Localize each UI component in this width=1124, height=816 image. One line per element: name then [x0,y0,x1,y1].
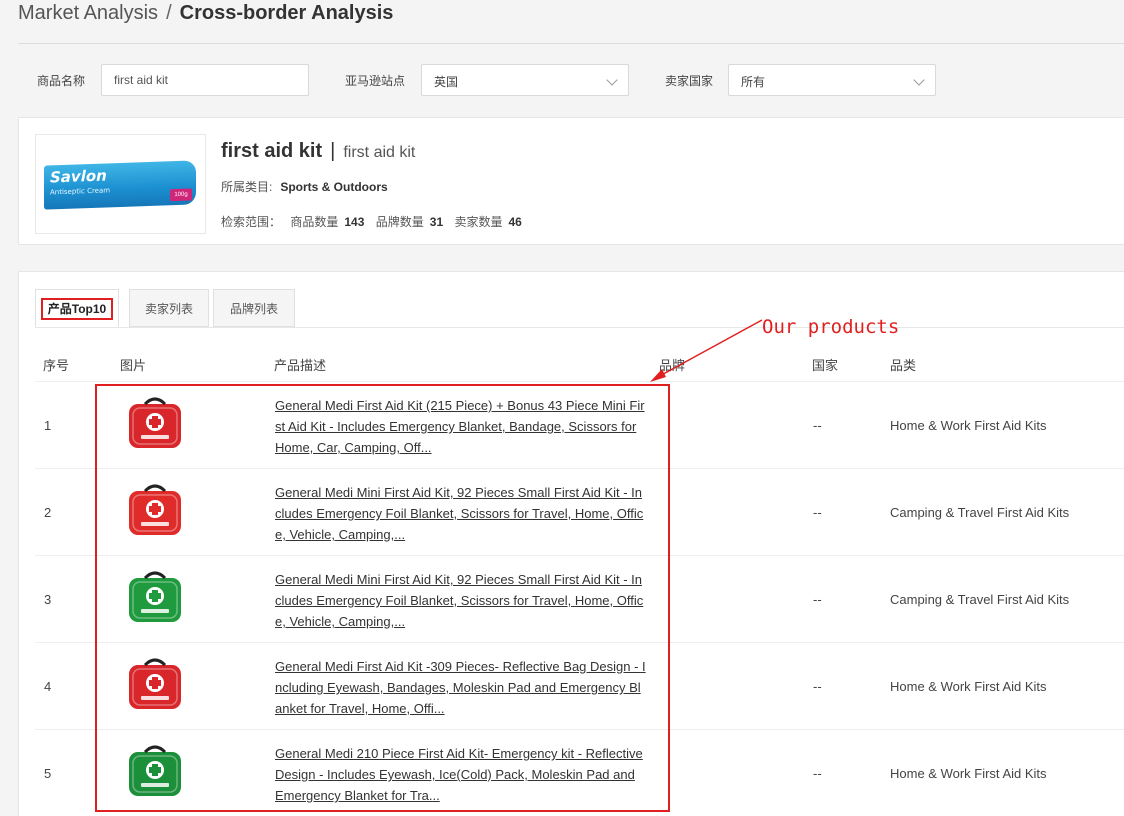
col-description: 产品描述 [274,358,327,373]
tab-product-top10[interactable]: 产品Top10 [35,289,119,327]
filter-bar: 商品名称 first aid kit 亚马逊站点 英国 卖家国家 所有 [0,64,1124,96]
scope-label: 检索范围： [221,215,282,229]
product-description-link[interactable]: General Medi Mini First Aid Kit, 92 Piec… [275,569,647,632]
breadcrumb-parent[interactable]: Market Analysis [18,2,158,24]
product-title-main: first aid kit [221,140,323,162]
product-description-link[interactable]: General Medi First Aid Kit -309 Pieces- … [275,656,647,719]
row-country: -- [813,766,822,781]
product-name-label: 商品名称 [37,74,86,88]
table-row: 2 General Medi Mini First Aid Kit, 92 Pie… [35,469,1124,556]
row-category: Camping & Travel First Aid Kits [890,592,1070,607]
brand-count: 31 [429,215,444,229]
breadcrumb: Market Analysis / Cross-border Analysis [18,2,393,25]
col-category: 品类 [890,358,917,373]
row-country: -- [813,592,822,607]
first-aid-kit-image[interactable] [119,566,191,634]
row-category: Home & Work First Aid Kits [890,679,1047,694]
product-title: first aid kit | first aid kit [221,140,415,163]
product-count-label: 商品数量 [290,215,339,229]
scope-line: 检索范围： 商品数量 143 品牌数量 31 卖家数量 46 [221,213,530,230]
results-card: 产品Top10 卖家列表 品牌列表 序号 图片 产品描述 品牌 国家 品类 1 G… [18,271,1124,816]
table-row: 4 General Medi First Aid Kit -309 Pieces-… [35,643,1124,730]
breadcrumb-current: Cross-border Analysis [179,2,394,24]
thumb-brand: Savlon [50,166,107,187]
row-index: 5 [44,766,52,781]
category-line: 所属类目: Sports & Outdoors [221,178,388,195]
row-category: Home & Work First Aid Kits [890,766,1047,781]
tab-product-top10-label: 产品Top10 [40,298,114,320]
tab-brand-list[interactable]: 品牌列表 [213,289,295,327]
row-category: Camping & Travel First Aid Kits [890,505,1070,520]
brand-count-label: 品牌数量 [375,215,424,229]
seller-country-select-value: 所有 [741,75,766,89]
site-select[interactable]: 英国 [421,64,629,96]
annotation-text: Our products [762,316,900,338]
product-thumbnail: Savlon Antiseptic Cream 100g [35,134,206,234]
row-index: 3 [44,592,52,607]
product-count: 143 [344,215,365,229]
seller-country-label: 卖家国家 [665,74,714,88]
first-aid-kit-image[interactable] [119,479,191,547]
first-aid-kit-image[interactable] [119,653,191,721]
chevron-down-icon [606,74,618,86]
thumb-size: 100g [170,188,192,202]
row-index: 1 [44,418,52,433]
tab-seller-list[interactable]: 卖家列表 [129,289,209,327]
category-value: Sports & Outdoors [280,180,388,194]
table-row: 3 General Medi Mini First Aid Kit, 92 Pie… [35,556,1124,643]
col-country: 国家 [812,358,839,373]
site-label: 亚马逊站点 [345,74,406,88]
product-summary-card: Savlon Antiseptic Cream 100g first aid k… [18,117,1124,245]
first-aid-kit-image[interactable] [119,740,191,808]
thumb-sub: Antiseptic Cream [50,186,111,197]
product-description-link[interactable]: General Medi 210 Piece First Aid Kit- Em… [275,743,647,806]
tabs-underline [35,327,1124,328]
seller-count-label: 卖家数量 [454,215,503,229]
header-divider [18,43,1124,44]
col-index: 序号 [43,358,70,373]
breadcrumb-separator: / [166,2,172,24]
product-title-alt: first aid kit [343,144,416,161]
seller-count: 46 [508,215,522,229]
row-index: 2 [44,505,52,520]
chevron-down-icon [913,74,925,86]
table-row: 1 General Medi First Aid Kit (215 Piece) … [35,382,1124,469]
title-separator: | [330,140,336,162]
first-aid-kit-image[interactable] [119,392,191,460]
seller-country-select[interactable]: 所有 [728,64,936,96]
product-description-link[interactable]: General Medi First Aid Kit (215 Piece) +… [275,395,647,458]
savlon-tube-image: Savlon Antiseptic Cream 100g [44,160,196,210]
annotation-arrow-icon [650,319,763,382]
row-country: -- [813,505,822,520]
product-name-input[interactable]: first aid kit [101,64,309,96]
site-select-value: 英国 [434,75,459,89]
product-description-link[interactable]: General Medi Mini First Aid Kit, 92 Piec… [275,482,647,545]
row-country: -- [813,418,822,433]
table-header: 序号 图片 产品描述 品牌 国家 品类 [35,344,1124,382]
category-label: 所属类目: [221,180,273,194]
col-image: 图片 [120,358,147,373]
row-index: 4 [44,679,52,694]
row-category: Home & Work First Aid Kits [890,418,1047,433]
row-country: -- [813,679,822,694]
table-row: 5 General Medi 210 Piece First Aid Kit- E… [35,730,1124,816]
